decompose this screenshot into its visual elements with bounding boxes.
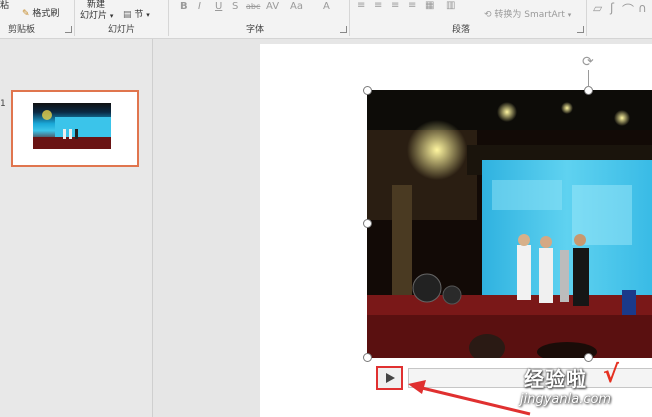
- underline-button[interactable]: U: [215, 1, 222, 12]
- justify-icon[interactable]: ≡: [408, 0, 416, 11]
- section-label: 节: [134, 10, 144, 20]
- font-color-button[interactable]: A: [323, 1, 330, 12]
- chevron-down-icon: ▾: [109, 12, 114, 20]
- change-case-button[interactable]: Aa: [290, 1, 303, 12]
- resize-handle-bottom-center[interactable]: [584, 353, 593, 362]
- paste-label-fragment[interactable]: 粘: [0, 0, 9, 11]
- shape-icon[interactable]: ▱: [593, 1, 602, 15]
- new-slide-button[interactable]: 幻灯片 ▾: [80, 8, 113, 21]
- resize-handle-top-center[interactable]: [584, 86, 593, 95]
- group-divider: [168, 0, 169, 36]
- format-painter-button[interactable]: ✎ 格式刷: [22, 6, 59, 19]
- group-divider: [74, 0, 75, 36]
- ribbon: 粘 ✎ 格式刷 剪贴板 新建 幻灯片 ▾ ▤ 节 ▾ 幻灯片 B I U S a…: [0, 0, 652, 39]
- distribute-icon[interactable]: ▦: [425, 0, 434, 11]
- slide-thumbnail-panel: 1: [0, 39, 153, 417]
- smartart-label: 转换为 SmartArt: [494, 10, 565, 20]
- rotate-handle-icon[interactable]: ⟳: [582, 54, 594, 70]
- slides-group-label: 幻灯片: [108, 25, 136, 35]
- freeform-icon[interactable]: ʃ: [610, 1, 614, 15]
- rotate-handle-stem: [588, 70, 589, 87]
- section-button[interactable]: ▤ 节 ▾: [123, 7, 150, 20]
- align-center-icon[interactable]: ≡: [374, 0, 382, 11]
- font-dialog-launcher[interactable]: [340, 26, 347, 33]
- resize-handle-middle-left[interactable]: [363, 219, 372, 228]
- clipboard-dialog-launcher[interactable]: [65, 26, 72, 33]
- paragraph-group-label: 段落: [452, 25, 471, 35]
- align-left-icon[interactable]: ≡: [357, 0, 365, 11]
- arrow-annotation-icon: [408, 380, 531, 416]
- clipboard-group-label: 剪贴板: [8, 25, 36, 35]
- chevron-down-icon: ▾: [146, 11, 150, 19]
- paragraph-dialog-launcher[interactable]: [577, 26, 584, 33]
- convert-smartart-button[interactable]: ⟲ 转换为 SmartArt ▾: [484, 7, 571, 20]
- smartart-icon: ⟲: [484, 10, 492, 20]
- play-button[interactable]: [376, 366, 403, 390]
- font-group-label: 字体: [246, 25, 265, 35]
- italic-button[interactable]: I: [198, 1, 201, 12]
- watermark-check: √: [603, 360, 620, 388]
- group-divider: [349, 0, 350, 36]
- thumbnail-scene-icon: [33, 110, 111, 149]
- align-right-icon[interactable]: ≡: [391, 0, 399, 11]
- video-player[interactable]: [367, 90, 652, 358]
- group-divider: [586, 0, 587, 36]
- section-icon: ▤: [123, 10, 132, 20]
- watermark-url: jingyanla.com: [520, 392, 612, 407]
- arc-icon[interactable]: ⌒: [622, 1, 634, 18]
- brush-icon: ✎: [22, 9, 30, 19]
- slide-thumbnail[interactable]: [11, 90, 139, 167]
- strikethrough-button[interactable]: abc: [246, 2, 260, 11]
- curve-icon[interactable]: ∩: [638, 1, 647, 15]
- bold-button[interactable]: B: [180, 1, 188, 12]
- columns-icon[interactable]: ▥: [446, 0, 455, 11]
- resize-handle-bottom-left[interactable]: [363, 353, 372, 362]
- play-icon: [385, 373, 395, 383]
- watermark-text: 经验啦: [524, 367, 587, 391]
- shadow-button[interactable]: S: [232, 1, 238, 12]
- video-frame-image: [367, 90, 652, 358]
- char-spacing-button[interactable]: AV: [266, 1, 279, 12]
- format-painter-label: 格式刷: [32, 9, 60, 19]
- resize-handle-top-left[interactable]: [363, 86, 372, 95]
- new-slide-label: 幻灯片: [80, 11, 108, 21]
- chevron-down-icon: ▾: [567, 11, 572, 19]
- slide-number: 1: [0, 99, 6, 109]
- thumbnail-video-preview: [33, 103, 111, 149]
